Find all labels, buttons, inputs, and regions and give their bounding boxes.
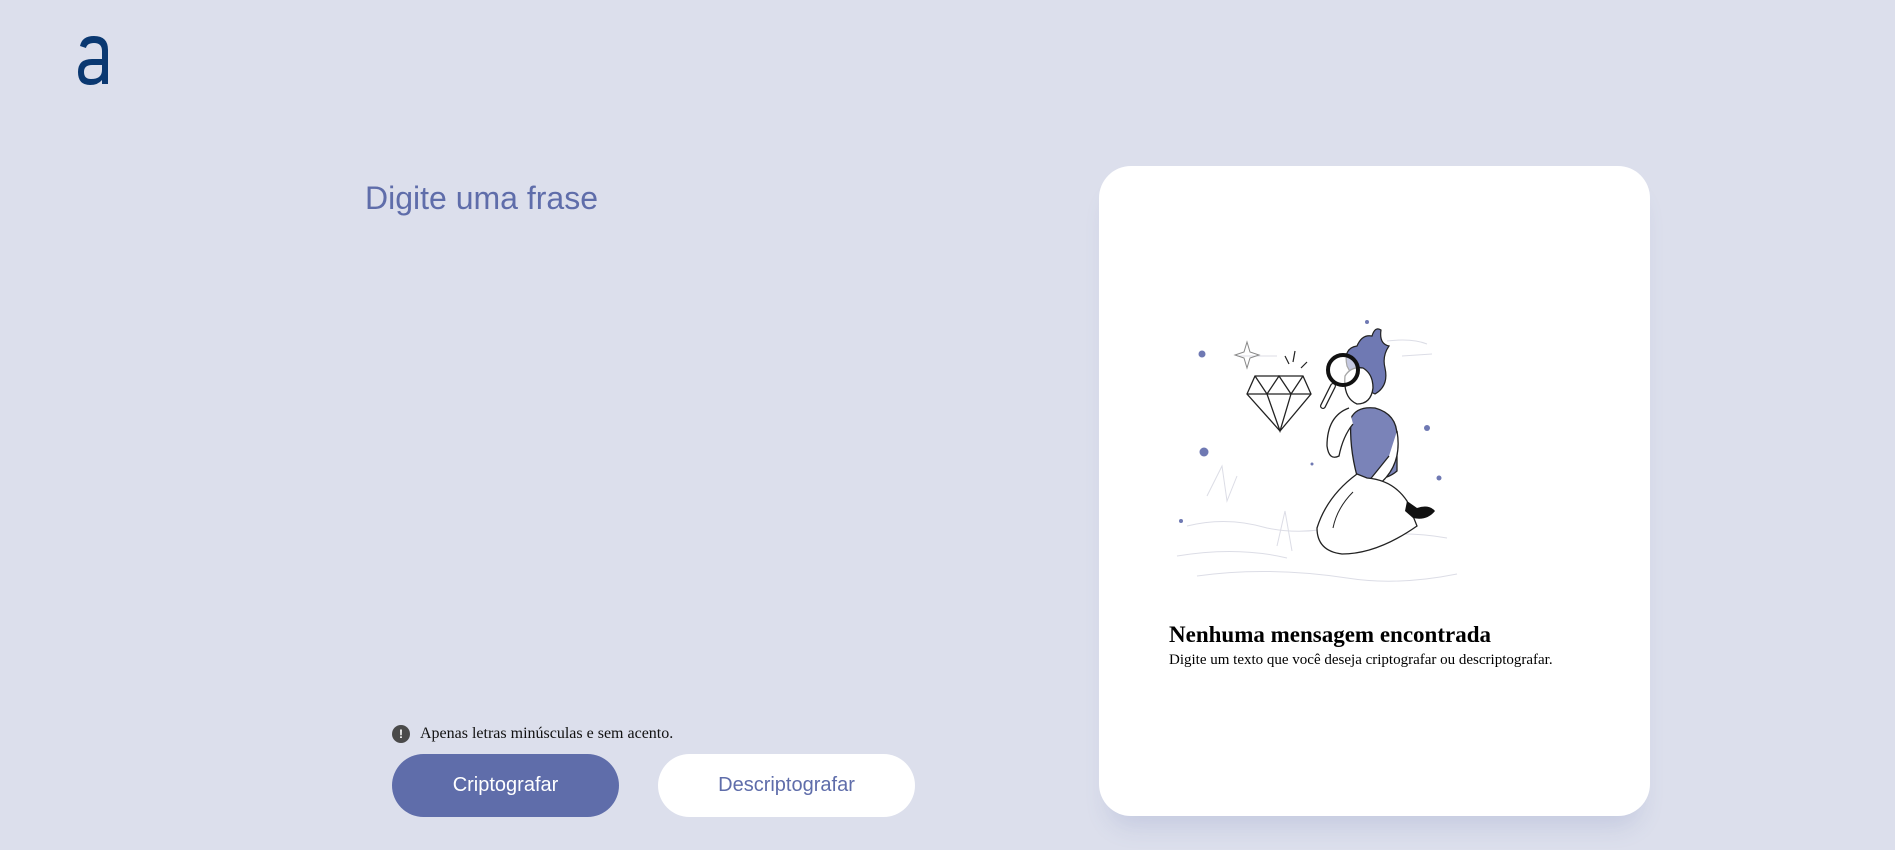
- alura-logo[interactable]: [74, 32, 114, 88]
- message-input[interactable]: [365, 180, 925, 680]
- decrypt-button[interactable]: Descriptografar: [658, 754, 915, 817]
- hint-text: Apenas letras minúsculas e sem acento.: [420, 725, 674, 742]
- exclamation-circle-icon: !: [392, 725, 410, 743]
- empty-state-title: Nenhuma mensagem encontrada: [1169, 622, 1491, 647]
- output-panel: Nenhuma mensagem encontrada Digite um te…: [1099, 166, 1650, 816]
- encrypt-button[interactable]: Criptografar: [392, 754, 619, 817]
- person-with-magnifier-and-diamond-illustration: [1167, 296, 1467, 596]
- input-hint: ! Apenas letras minúsculas e sem acento.: [392, 725, 673, 743]
- empty-state-subtitle: Digite um texto que você deseja criptogr…: [1169, 652, 1553, 668]
